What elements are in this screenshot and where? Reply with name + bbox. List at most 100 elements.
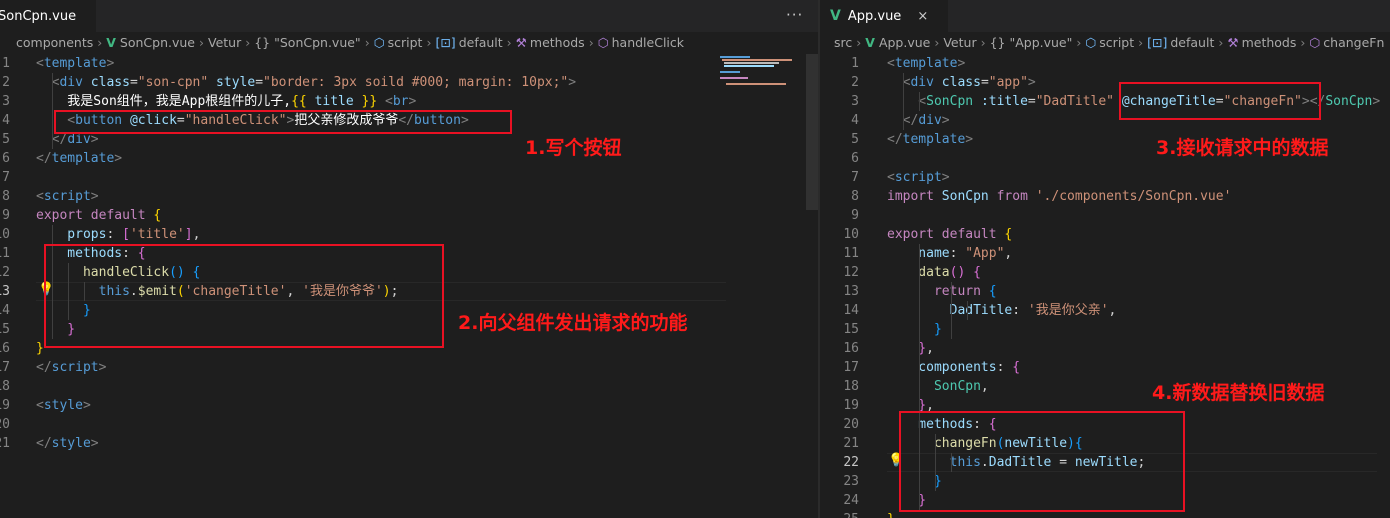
brackets-icon: [⊡] [435,35,456,50]
breadcrumb-item[interactable]: changeFn [1323,33,1384,53]
scrollbar[interactable] [806,54,818,210]
tab-label: App.vue [847,8,902,24]
code-token: template [902,132,966,147]
code-token: < [887,170,895,185]
chevron-right-icon: › [588,35,594,50]
tab-soncpn-vue[interactable]: SonCpn.vue [0,0,96,32]
tab-bar: SonCpn.vue ··· [0,0,818,32]
code-token: </ [36,360,52,375]
minimap-line [724,65,774,67]
code-token: , [980,379,989,394]
line-number: 4 [851,113,859,128]
breadcrumb-item[interactable]: script [388,33,423,53]
code-line: SonCpn, [887,377,989,396]
code-token: SonCpn [926,94,974,109]
breadcrumb-item[interactable]: {} "App.vue" [990,33,1073,53]
code-line: } [887,320,942,339]
brackets-icon: [⊡] [1147,35,1168,50]
code-token: < [36,56,44,71]
breadcrumb-item[interactable]: App.vue [879,33,930,53]
wrench-icon: ⚒ [1227,35,1239,50]
code-token: , [1004,246,1013,261]
code-line: <template> [36,54,114,73]
code-token: > [90,436,99,451]
code-token: { [1004,227,1013,242]
chevron-right-icon: › [506,35,512,50]
more-actions-icon[interactable]: ··· [786,6,803,24]
code-token: export [36,208,83,223]
line-number: 12 [0,265,10,280]
code-token: title [314,94,354,109]
tab-app-vue[interactable]: V App.vue × [820,0,948,32]
code-token: = [129,75,138,90]
line-number: 11 [0,246,10,261]
line-number: 19 [0,398,10,413]
line-number: 23 [843,474,859,489]
code-token: > [408,94,417,109]
line-number: 12 [843,265,859,280]
chevron-right-icon: › [364,35,370,50]
line-number: 25 [835,510,859,518]
breadcrumb-item[interactable]: default [459,33,503,53]
breadcrumb-item[interactable]: Vetur [208,33,241,53]
code-token: = [980,75,989,90]
code-token: { [973,265,981,280]
breadcrumb-item[interactable]: Vetur [943,33,976,53]
breadcrumb-item[interactable]: default [1170,33,1214,53]
code-token: > [114,151,123,166]
minimap[interactable] [716,54,806,94]
breadcrumb-item[interactable]: methods [530,33,585,53]
indent-guide [951,282,952,339]
code-token: [ [122,227,130,242]
breadcrumb-item[interactable]: methods [1242,33,1297,53]
method-cube-icon: ⬡ [597,35,609,50]
code-token: }} [353,94,378,109]
code-token: < [36,398,44,413]
breadcrumb-item[interactable]: {} "SonCpn.vue" [254,33,360,53]
code-token: > [90,189,99,204]
breadcrumb-item[interactable]: src [834,33,852,53]
breadcrumb-item[interactable]: handleClick [612,33,684,53]
code-token: script [43,189,91,204]
code-token: import [887,189,934,204]
line-number: 21 [843,436,859,451]
code-token: = [1027,94,1036,109]
code-line: </template> [887,130,973,149]
editor-pane-left: SonCpn.vue ··· components › V SonCpn.vue › Ve… [0,0,818,518]
code-line: </script> [36,358,106,377]
code-token: '我是你父亲' [1027,303,1109,318]
code-token: > [1372,94,1381,109]
code-token: div [67,132,91,147]
code-line: <script> [36,187,99,206]
code-token: div [59,75,83,90]
breadcrumb-item[interactable]: script [1099,33,1134,53]
code-token: div [918,113,942,128]
code-token: </ [36,436,52,451]
breadcrumb-item[interactable]: SonCpn.vue [120,33,195,53]
close-icon[interactable]: × [917,9,928,24]
code-line: <div class="app"> [887,73,1036,92]
code-token: { [988,284,997,299]
line-number: 3 [2,94,10,109]
line-number: 22 [843,455,859,470]
code-token: = [255,75,264,90]
code-token: } [36,341,44,356]
code-token: class [90,75,130,90]
line-number: 11 [843,246,859,261]
highlight-box [899,411,1185,512]
code-line: name: "App", [887,244,1012,263]
code-token: > [941,170,950,185]
code-token: { [1012,360,1021,375]
code-line: export default { [36,206,161,225]
code-token: default [941,227,997,242]
code-token: { [153,208,162,223]
line-number: 14 [843,303,859,318]
code-token: </ [36,151,52,166]
code-token: < [887,56,895,71]
line-number: 17 [843,360,859,375]
breadcrumb-item[interactable]: components [16,33,93,53]
